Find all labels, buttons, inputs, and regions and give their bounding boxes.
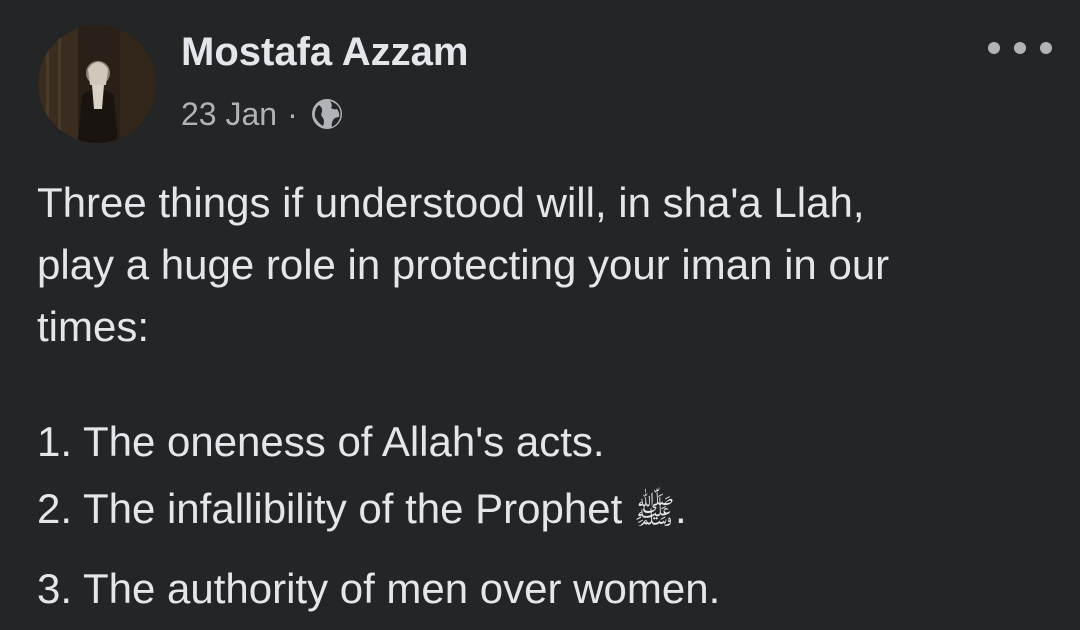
- globe-icon: [310, 97, 344, 131]
- avatar[interactable]: [38, 25, 156, 143]
- list-item-text: 2. The infallibility of the Prophet: [37, 485, 634, 532]
- post-text-line: times:: [37, 303, 150, 350]
- more-options-dot: [1040, 42, 1052, 54]
- post-text: Three things if understood will, in sha'…: [37, 172, 1047, 358]
- avatar-image: [38, 25, 156, 143]
- more-options-icon: [988, 42, 1000, 54]
- list-item: 3. The authority of men over women.: [37, 565, 721, 612]
- post-card: Mostafa Azzam 23 Jan · Three things if u…: [0, 0, 1080, 630]
- list-item: 2. The infallibility of the Prophet ﷺ.: [37, 485, 687, 540]
- meta-separator: ·: [287, 95, 298, 132]
- more-options-dot: [1014, 42, 1026, 54]
- post-text-line: Three things if understood will, in sha'…: [37, 179, 865, 226]
- list-item-period: .: [674, 485, 687, 532]
- salawat-glyph: ﷺ: [633, 492, 675, 532]
- author-name[interactable]: Mostafa Azzam: [181, 30, 468, 75]
- post-date[interactable]: 23 Jan: [181, 96, 277, 133]
- list-item: 1. The oneness of Allah's acts.: [37, 418, 605, 465]
- more-options-button[interactable]: [988, 38, 1052, 58]
- post-text-line: play a huge role in protecting your iman…: [37, 241, 890, 288]
- post-meta: 23 Jan ·: [181, 94, 344, 134]
